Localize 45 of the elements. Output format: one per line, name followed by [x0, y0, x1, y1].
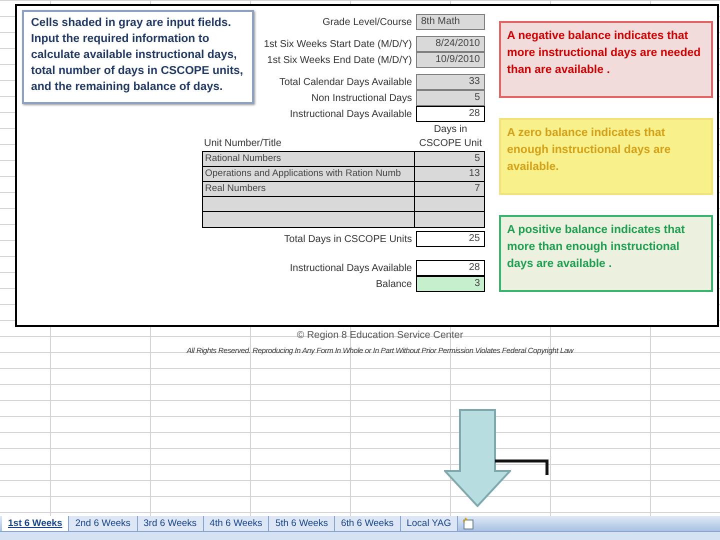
insert-sheet-icon[interactable]	[462, 517, 476, 530]
value-cell[interactable]: 33	[416, 74, 485, 90]
cell-selection-drawing	[494, 459, 549, 476]
sheet-tab[interactable]: 3rd 6 Weeks	[138, 516, 204, 531]
note-box: A zero balance indicates that enough instructional days are available.	[499, 118, 713, 195]
note-box: A positive balance indicates that more than enough instructional days are available .	[499, 215, 713, 292]
sheet-tab[interactable]: 4th 6 Weeks	[204, 516, 270, 531]
table-cell[interactable]: Rational Numbers	[203, 152, 415, 166]
table-cell[interactable]: 13	[415, 167, 484, 181]
value-cell[interactable]: 8/24/2010	[416, 36, 485, 52]
table-cell[interactable]: Operations and Applications with Ration Numb	[203, 167, 415, 181]
sheet-tab[interactable]: Local YAG	[400, 516, 458, 531]
field-label: Grade Level/Course	[322, 16, 413, 30]
field-label: Non Instructional Days	[311, 92, 413, 106]
table-cell[interactable]: 7	[415, 182, 484, 196]
field-label: 1st Six Weeks Start Date (M/D/Y)	[264, 38, 413, 52]
sheet-tab[interactable]: 6th 6 Weeks	[334, 516, 401, 531]
down-arrow-icon	[444, 409, 511, 507]
field-label: Total Calendar Days Available	[279, 76, 413, 90]
value-cell: 28	[416, 260, 485, 276]
sheet-tab[interactable]: 1st 6 Weeks	[2, 516, 70, 531]
table-cell[interactable]: 5	[415, 152, 484, 166]
value-cell: 28	[416, 106, 485, 122]
sheet-tab[interactable]: 5th 6 Weeks	[269, 516, 335, 531]
table-cell[interactable]	[203, 212, 415, 227]
table-cell[interactable]	[203, 197, 415, 211]
field-label: Instructional Days Available	[290, 108, 413, 122]
column-header: Unit Number/Title	[203, 137, 282, 151]
value-cell[interactable]: 8th Math	[416, 14, 485, 30]
sheet-tab[interactable]: 2nd 6 Weeks	[69, 516, 138, 531]
field-label: Total Days in CSCOPE Units	[284, 232, 413, 246]
field-label: Balance	[376, 278, 413, 292]
table-cell[interactable]	[415, 197, 484, 211]
table-cell[interactable]	[415, 212, 484, 227]
field-label: 1st Six Weeks End Date (M/D/Y)	[267, 54, 413, 68]
note-box: A negative balance indicates that more instructional days are needed than are available .	[499, 21, 713, 98]
value-cell: 25	[416, 231, 485, 247]
value-cell: 3	[416, 276, 485, 292]
column-header: Days in CSCOPE Unit	[418, 123, 483, 151]
value-cell[interactable]: 5	[416, 90, 485, 106]
field-label: Instructional Days Available	[290, 262, 413, 276]
copyright-text: © Region 8 Education Service Center	[296, 329, 464, 343]
instructions-box: Cells shaded in gray are input fields. Input the required information to calculate available instructional days, total number of days in CSCOPE units, and the remaining balance of days.	[22, 10, 254, 104]
value-cell[interactable]: 10/9/2010	[416, 52, 485, 68]
table-cell[interactable]: Real Numbers	[203, 182, 415, 196]
